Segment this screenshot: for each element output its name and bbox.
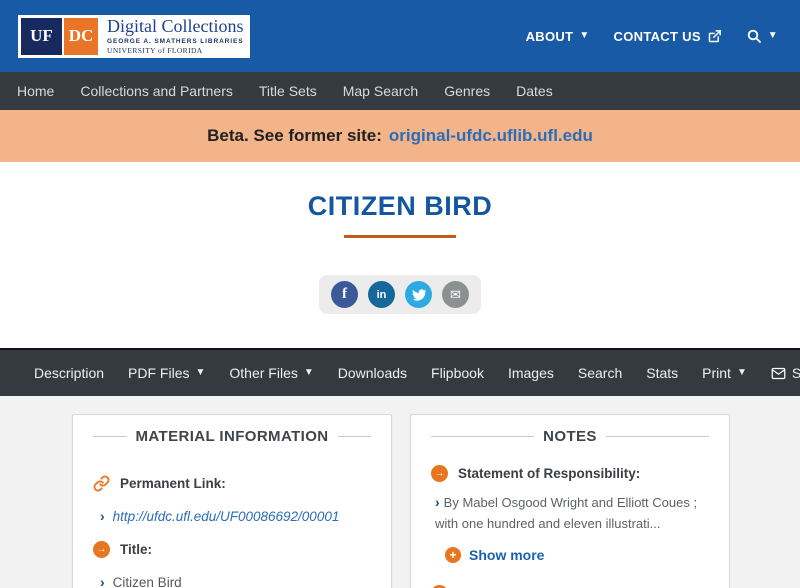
statement-row: → Statement of Responsibility:	[431, 465, 709, 482]
linkedin-share-button[interactable]: in	[368, 281, 395, 308]
title-underline	[344, 235, 456, 238]
title-row: → Title:	[93, 541, 371, 558]
beta-banner-text: Beta. See former site:	[207, 126, 382, 145]
show-more-label: Show more	[469, 546, 545, 563]
linkedin-icon: in	[376, 288, 387, 301]
permanent-link-label: Permanent Link:	[120, 476, 226, 491]
toolbar-right-group: Stats Print ▼ Send	[634, 365, 800, 381]
statement-value: › By Mabel Osgood Wright and Elliott Coue…	[431, 492, 709, 535]
title-label: Title:	[120, 542, 153, 557]
tab-pdf-files-label: PDF Files	[128, 365, 190, 381]
tab-downloads[interactable]: Downloads	[326, 365, 419, 381]
chevron-down-icon: ▼	[579, 30, 590, 41]
arrow-right-circle-icon: →	[431, 465, 448, 482]
site-subtitle-university: UNIVERSITY of FLORIDA	[107, 46, 203, 55]
chevron-right-icon: ›	[100, 508, 105, 524]
email-icon: ✉	[450, 286, 461, 302]
nav-item-title-sets[interactable]: Title Sets	[246, 83, 330, 99]
notes-panel: NOTES → Statement of Responsibility: › By…	[410, 414, 730, 588]
nav-item-collections-partners[interactable]: Collections and Partners	[67, 83, 246, 99]
search-icon	[746, 28, 762, 44]
external-link-icon	[707, 29, 722, 44]
dc-logo-block: DC	[64, 17, 98, 55]
about-menu[interactable]: ABOUT ▼	[526, 29, 590, 44]
twitter-icon	[412, 288, 426, 302]
tab-flipbook[interactable]: Flipbook	[419, 365, 496, 381]
title-value: Citizen Bird	[112, 575, 182, 588]
title-value-row: › Citizen Bird	[93, 575, 371, 588]
ufdc-logo[interactable]: UF DC Digital Collections GEORGE A. SMAT…	[18, 14, 250, 58]
tab-downloads-label: Downloads	[337, 365, 408, 381]
nav-item-dates[interactable]: Dates	[503, 83, 566, 99]
nav-item-genres[interactable]: Genres	[431, 83, 503, 99]
site-header: UF DC Digital Collections GEORGE A. SMAT…	[0, 0, 800, 72]
email-share-button[interactable]: ✉	[442, 281, 469, 308]
show-more-button[interactable]: + Show more	[431, 546, 709, 563]
statement-text: By Mabel Osgood Wright and Elliott Coues…	[435, 495, 698, 532]
twitter-share-button[interactable]	[405, 281, 432, 308]
tab-images[interactable]: Images	[496, 365, 566, 381]
contact-us-link[interactable]: CONTACT US	[614, 29, 722, 44]
send-button[interactable]: Send	[759, 365, 800, 381]
chevron-down-icon: ▼	[736, 367, 747, 378]
stats-label: Stats	[646, 365, 679, 381]
permanent-link-url[interactable]: http://ufdc.ufl.edu/UF00086692/00001	[113, 509, 340, 524]
tab-images-label: Images	[507, 365, 554, 381]
material-information-header: MATERIAL INFORMATION	[93, 428, 372, 445]
item-header-section: CITIZEN BIRD f in ✉	[0, 162, 800, 348]
primary-navbar: Home Collections and Partners Title Sets…	[0, 72, 800, 110]
about-label: ABOUT	[525, 28, 574, 44]
statement-label: Statement of Responsibility:	[458, 466, 641, 481]
tab-pdf-files[interactable]: PDF Files ▼	[116, 365, 217, 381]
chevron-down-icon: ▼	[195, 367, 206, 378]
former-site-link[interactable]: original-ufdc.uflib.ufl.edu	[389, 126, 593, 146]
print-menu[interactable]: Print ▼	[690, 365, 759, 381]
tab-search-label: Search	[577, 365, 623, 381]
stats-button[interactable]: Stats	[634, 365, 690, 381]
chevron-down-icon: ▼	[767, 30, 778, 41]
plus-circle-icon: +	[445, 546, 461, 563]
permanent-link-row: Permanent Link:	[93, 475, 371, 492]
page-title: CITIZEN BIRD	[307, 191, 493, 221]
tab-search[interactable]: Search	[566, 365, 634, 381]
site-title: Digital Collections	[107, 16, 244, 36]
chevron-right-icon: ›	[100, 574, 105, 588]
site-subtitle-libraries: GEORGE A. SMATHERS LIBRARIES	[107, 38, 244, 45]
material-information-panel: MATERIAL INFORMATION Permanent Link: › h…	[72, 414, 392, 588]
tab-flipbook-label: Flipbook	[431, 365, 484, 381]
item-metadata-section: MATERIAL INFORMATION Permanent Link: › h…	[0, 396, 800, 588]
print-label: Print	[702, 365, 731, 381]
nav-item-map-search[interactable]: Map Search	[330, 83, 431, 99]
chevron-right-icon: ›	[435, 494, 440, 510]
chain-link-icon	[93, 475, 110, 492]
search-menu[interactable]: ▼	[746, 28, 778, 44]
send-label: Send	[791, 365, 800, 381]
tab-other-files[interactable]: Other Files ▼	[217, 365, 325, 381]
tab-other-files-label: Other Files	[229, 365, 298, 381]
material-information-title: MATERIAL INFORMATION	[135, 428, 329, 445]
logo-text: Digital Collections GEORGE A. SMATHERS L…	[107, 16, 244, 56]
contact-label: CONTACT US	[613, 28, 701, 44]
beta-banner: Beta. See former site: original-ufdc.ufl…	[0, 110, 800, 162]
notes-title: NOTES	[543, 428, 597, 445]
social-share-strip: f in ✉	[319, 275, 481, 314]
header-right-nav: ABOUT ▼ CONTACT US ▼	[526, 28, 778, 44]
chevron-down-icon: ▼	[303, 367, 314, 378]
tab-description-label: Description	[34, 365, 105, 381]
uf-logo-block: UF	[21, 17, 62, 55]
facebook-share-button[interactable]: f	[331, 281, 358, 308]
arrow-right-circle-icon: →	[93, 541, 110, 558]
notes-header: NOTES	[431, 428, 709, 445]
permanent-link-value-row: › http://ufdc.ufl.edu/UF00086692/00001	[93, 509, 371, 524]
tab-description[interactable]: Description	[22, 365, 116, 381]
envelope-icon	[771, 366, 786, 381]
item-toolbar: Description PDF Files ▼ Other Files ▼ Do…	[0, 348, 800, 396]
nav-item-home[interactable]: Home	[4, 83, 67, 99]
facebook-icon: f	[342, 286, 347, 302]
